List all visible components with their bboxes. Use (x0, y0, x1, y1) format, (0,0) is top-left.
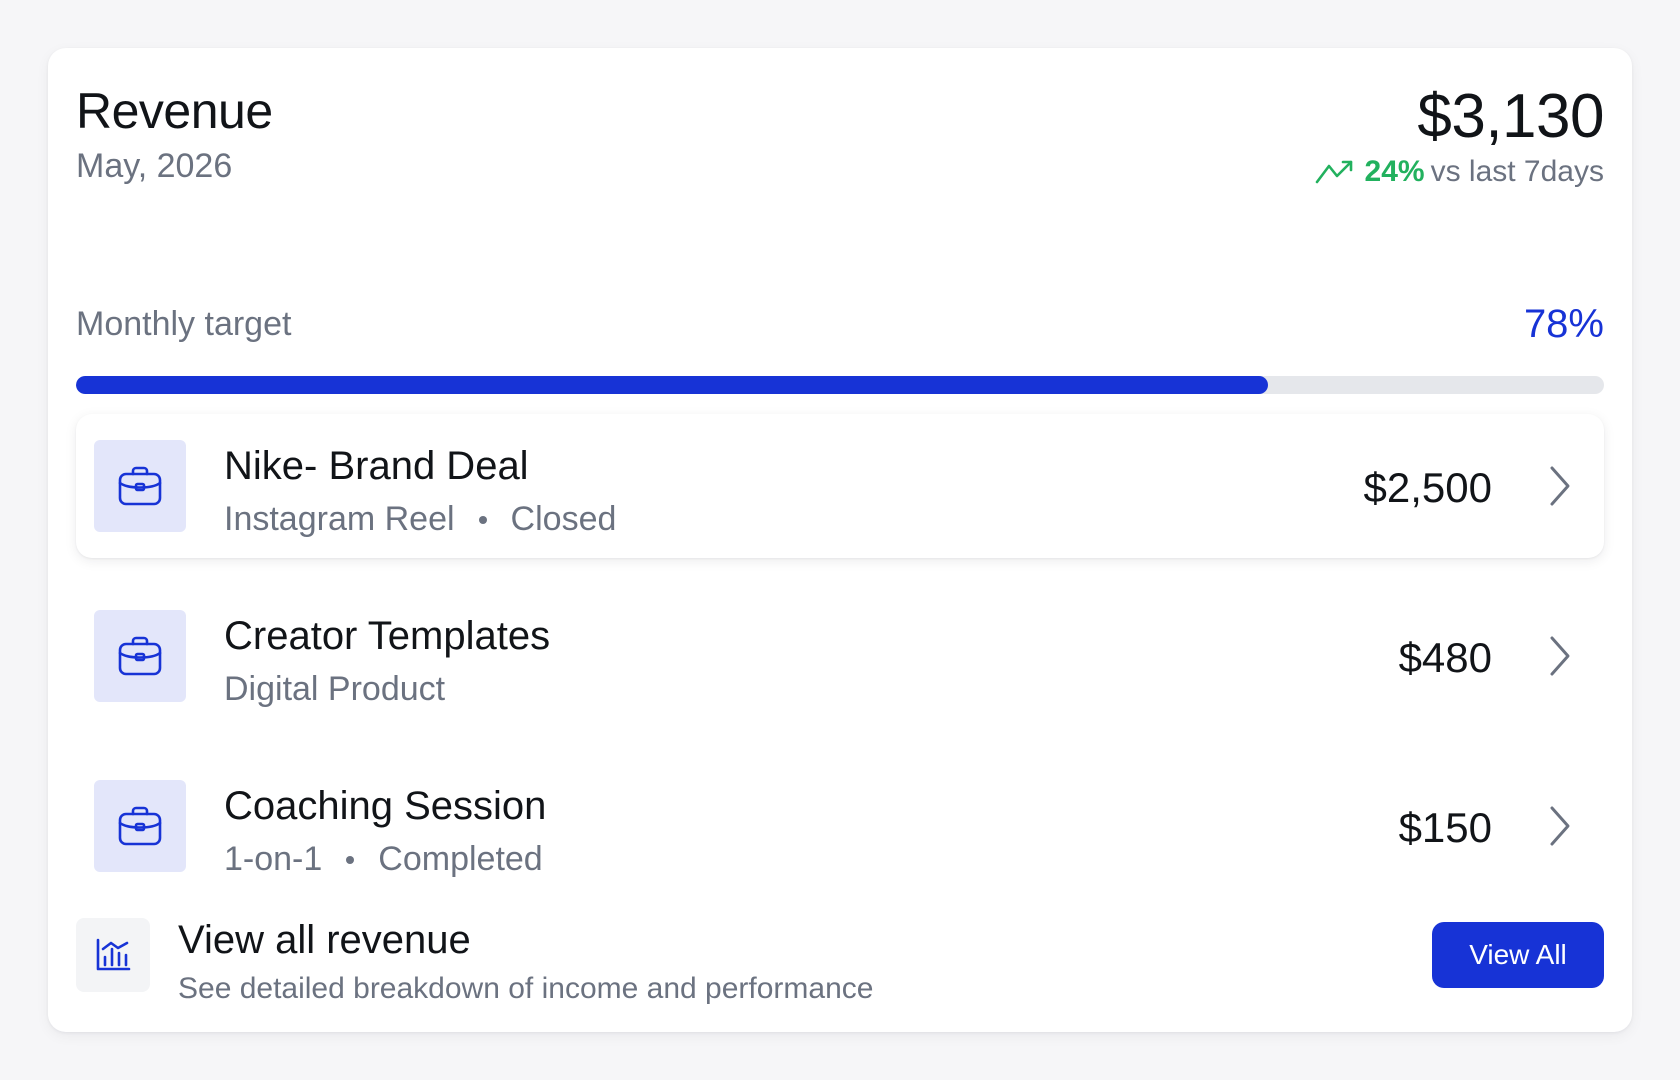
item-text: Creator Templates Digital Product (224, 612, 550, 709)
footer-title: View all revenue (178, 918, 471, 962)
target-label: Monthly target (76, 305, 292, 343)
target-progress-fill (76, 376, 1268, 394)
item-type: 1-on-1 (224, 840, 323, 878)
revenue-item-coaching-session[interactable]: Coaching Session 1-on-1 Completed $150 (76, 754, 1604, 898)
item-subtitle: 1-on-1 Completed (224, 840, 546, 879)
item-type: Instagram Reel (224, 500, 455, 538)
item-amount: $480 (1398, 634, 1492, 681)
chevron-right-icon[interactable] (1544, 632, 1574, 680)
item-icon-box (94, 440, 186, 532)
footer-subtitle: See detailed breakdown of income and per… (178, 972, 874, 1005)
footer-icon-box (76, 918, 150, 992)
trend-indicator: 24% vs last 7days (1315, 155, 1604, 189)
item-status: Closed (510, 500, 617, 538)
monthly-target-row: Monthly target 78% (76, 302, 1604, 347)
item-icon-box (94, 610, 186, 702)
chevron-right-icon[interactable] (1544, 462, 1574, 510)
item-icon-box (94, 780, 186, 872)
item-status: Completed (378, 840, 543, 878)
card-title: Revenue (76, 83, 273, 139)
item-title: Creator Templates (224, 614, 551, 658)
briefcase-icon (118, 636, 162, 676)
briefcase-icon (118, 466, 162, 506)
item-subtitle: Instagram Reel Closed (224, 500, 616, 539)
revenue-item-nike[interactable]: Nike- Brand Deal Instagram Reel Closed $… (76, 414, 1604, 558)
item-text: Nike- Brand Deal Instagram Reel Closed (224, 442, 616, 539)
item-amount: $150 (1398, 804, 1492, 851)
total-revenue: $3,130 (1417, 82, 1604, 151)
target-percent: 78% (1523, 302, 1604, 346)
item-type: Digital Product (224, 670, 446, 708)
trend-percent: 24% (1364, 155, 1425, 189)
header-left: Revenue May, 2026 (76, 84, 273, 186)
trend-comparison: vs last 7days (1430, 155, 1604, 189)
item-subtitle: Digital Product (224, 670, 550, 709)
revenue-header: Revenue May, 2026 $3,130 24% vs last 7da… (76, 82, 1605, 189)
item-title: Coaching Session (224, 784, 547, 828)
revenue-list: Nike- Brand Deal Instagram Reel Closed $… (76, 414, 1604, 924)
separator-dot (478, 515, 487, 524)
revenue-card: Revenue May, 2026 $3,130 24% vs last 7da… (48, 48, 1632, 1032)
chevron-right-icon[interactable] (1544, 802, 1574, 850)
footer-text: View all revenue See detailed breakdown … (178, 916, 873, 1006)
bar-chart-icon (96, 938, 131, 971)
target-progress-bar (76, 376, 1604, 394)
briefcase-icon (118, 806, 162, 846)
item-title: Nike- Brand Deal (224, 444, 529, 488)
separator-dot (346, 855, 355, 864)
view-all-section: View all revenue See detailed breakdown … (76, 918, 1604, 1018)
header-right: $3,130 24% vs last 7days (1315, 82, 1605, 189)
trend-up-icon (1315, 160, 1352, 184)
revenue-item-creator-templates[interactable]: Creator Templates Digital Product $480 (76, 584, 1604, 728)
item-text: Coaching Session 1-on-1 Completed (224, 782, 546, 879)
period-label: May, 2026 (76, 147, 233, 185)
view-all-button[interactable]: View All (1432, 922, 1604, 988)
item-amount: $2,500 (1363, 464, 1492, 511)
